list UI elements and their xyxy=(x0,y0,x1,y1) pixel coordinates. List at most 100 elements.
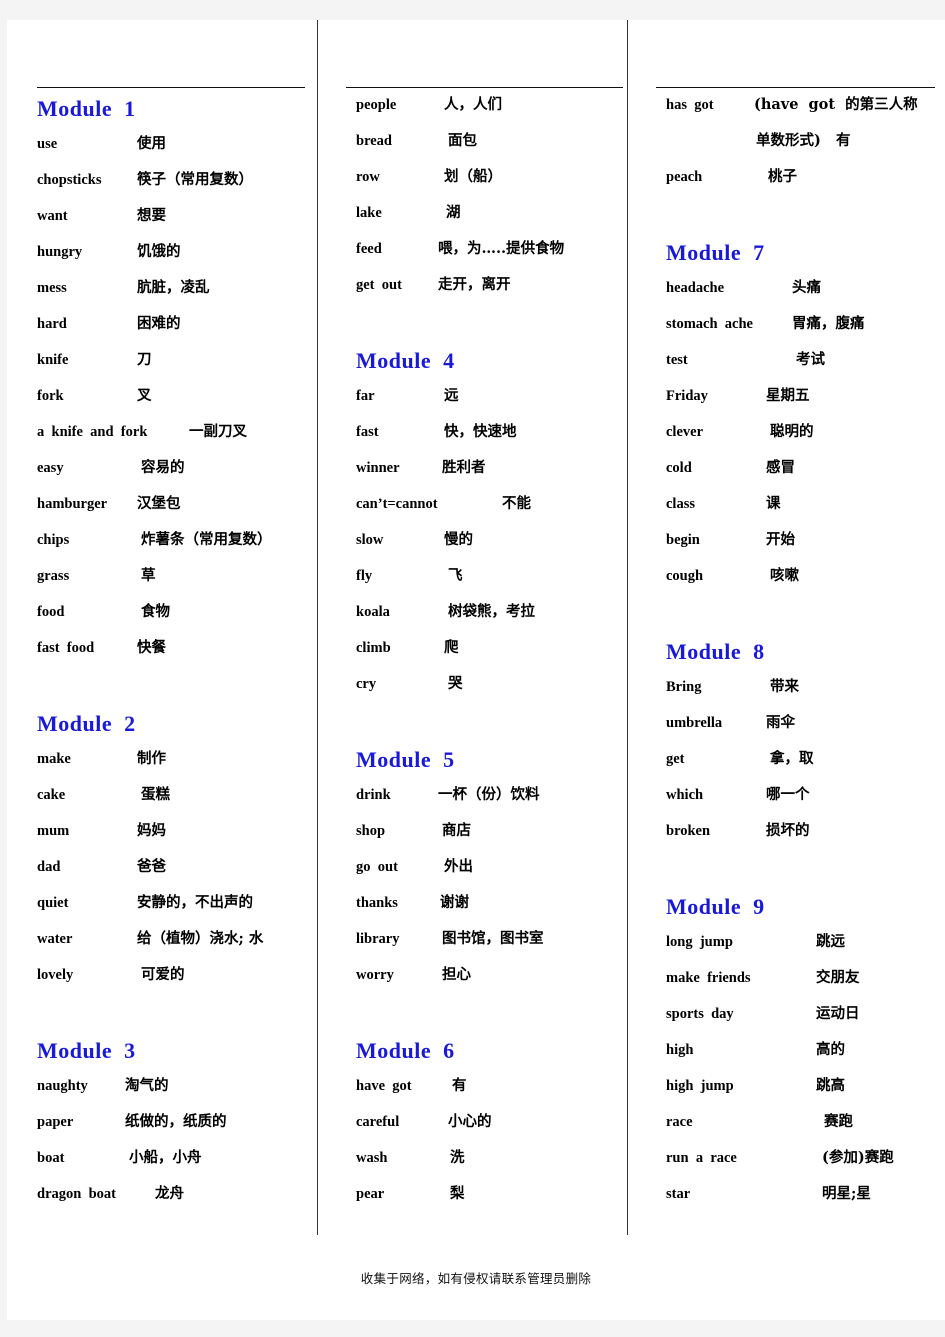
entry-definition: 胜利者 xyxy=(442,459,486,476)
entry-term: koala xyxy=(356,604,390,620)
entry-definition: 饥饿的 xyxy=(137,243,181,260)
word-entry: food 食物 xyxy=(37,603,309,620)
entry-definition: 明星;星 xyxy=(822,1185,871,1202)
entry-definition: 损坏的 xyxy=(766,822,810,839)
entry-term: high xyxy=(666,1042,694,1058)
entry-term: careful xyxy=(356,1114,400,1130)
entry-term: slow xyxy=(356,532,384,548)
module-spacer xyxy=(666,860,937,896)
entry-term: can’t=cannot xyxy=(356,496,438,512)
word-entry: stomach ache 胃痛，腹痛 xyxy=(666,316,937,332)
entry-definition: 梨 xyxy=(450,1185,465,1202)
entry-term: grass xyxy=(37,568,70,584)
word-entry: a knife and fork 一副刀叉 xyxy=(37,424,309,440)
entry-definition: 开始 xyxy=(766,531,795,548)
entry-term: naughty xyxy=(37,1078,88,1094)
entry-term: get out xyxy=(356,277,402,293)
entry-term: go out xyxy=(356,859,398,875)
word-entry: naughty 淘气的 xyxy=(37,1077,309,1094)
word-list-columns: Module 1 use 使用 chopsticks 筷子（常用复数） want 想要 hun… xyxy=(7,20,945,1235)
entry-definition: 食物 xyxy=(141,603,170,620)
entry-definition: 考试 xyxy=(796,351,825,368)
word-entry: which 哪一个 xyxy=(666,787,937,803)
entry-definition: 筷子（常用复数） xyxy=(137,171,253,188)
word-entry: water 给（植物）浇水; 水 xyxy=(37,930,309,947)
module-heading: Module 1 xyxy=(37,96,136,121)
entry-definition: 湖 xyxy=(446,204,461,221)
entry-definition: 安静的，不出声的 xyxy=(137,894,253,911)
entry-definition: 单数形式) 有 xyxy=(756,132,851,149)
module-spacer xyxy=(666,605,937,641)
entry-definition: 跳远 xyxy=(816,933,845,950)
entry-definition: 淘气的 xyxy=(125,1077,169,1094)
entry-term: long jump xyxy=(666,934,733,950)
word-entry: worry 担心 xyxy=(356,967,619,983)
word-entry: headache 头痛 xyxy=(666,280,937,296)
entry-definition: 洗 xyxy=(450,1149,465,1166)
entry-definition: 树袋熊，考拉 xyxy=(448,603,535,620)
word-entry: fast food 快餐 xyxy=(37,640,309,656)
entry-term: Bring xyxy=(666,679,702,695)
entry-term: food xyxy=(37,604,65,620)
word-entry: mum 妈妈 xyxy=(37,823,309,839)
entry-definition: 一杯（份）饮料 xyxy=(438,786,540,803)
entry-term: headache xyxy=(666,280,724,296)
word-entry: grass 草 xyxy=(37,568,309,584)
entry-definition: 纸做的，纸质的 xyxy=(125,1113,227,1130)
entry-definition: 蛋糕 xyxy=(141,786,170,803)
entry-term: people xyxy=(356,97,397,113)
word-entry: boat 小船，小舟 xyxy=(37,1150,309,1166)
word-entry: people 人，人们 xyxy=(356,97,619,113)
entry-term: mess xyxy=(37,280,67,296)
entry-definition: 带来 xyxy=(770,678,799,695)
entry-definition: 交朋友 xyxy=(816,969,860,986)
entry-definition: 面包 xyxy=(448,132,477,149)
entry-definition: 桃子 xyxy=(768,168,797,185)
entry-definition: 雨伞 xyxy=(766,714,795,731)
entry-term: drink xyxy=(356,787,391,803)
entry-definition: 炸薯条（常用复数） xyxy=(141,531,272,548)
module-heading: Module 9 xyxy=(666,894,765,919)
word-entry: hamburger 汉堡包 xyxy=(37,496,309,512)
column-3: has got (have got 的第三人称 单数形式) 有 peach 桃子 Modu… xyxy=(627,20,945,1235)
entry-definition: 给（植物）浇水; 水 xyxy=(137,930,264,947)
entry-term: race xyxy=(666,1114,693,1130)
word-entry: class 课 xyxy=(666,495,937,512)
word-entry: climb 爬 xyxy=(356,640,619,656)
entry-term: boat xyxy=(37,1150,65,1166)
entry-term: hungry xyxy=(37,244,83,260)
column-1-content: Module 1 use 使用 chopsticks 筷子（常用复数） want 想要 hun… xyxy=(7,98,317,1223)
entry-definition: 谢谢 xyxy=(440,894,469,911)
word-entry: can’t=cannot 不能 xyxy=(356,495,619,512)
entry-term: knife xyxy=(37,352,69,368)
entry-definition: 课 xyxy=(766,495,781,512)
entry-definition: 走开，离开 xyxy=(438,276,511,293)
word-entry: fast 快，快速地 xyxy=(356,424,619,440)
entry-definition: 星期五 xyxy=(766,387,810,404)
word-entry: pear 梨 xyxy=(356,1185,619,1202)
word-entry: long jump 跳远 xyxy=(666,933,937,950)
module-heading: Module 8 xyxy=(666,639,765,664)
entry-term: get xyxy=(666,751,685,767)
entry-term: begin xyxy=(666,532,700,548)
entry-term: wash xyxy=(356,1150,388,1166)
entry-definition: 喂，为…..提供食物 xyxy=(438,240,565,257)
word-entry: careful 小心的 xyxy=(356,1114,619,1130)
entry-definition: 不能 xyxy=(502,495,531,512)
module-heading: Module 3 xyxy=(37,1038,136,1063)
entry-term: star xyxy=(666,1186,691,1202)
word-entry: drink 一杯（份）饮料 xyxy=(356,786,619,803)
entry-term: dragon boat xyxy=(37,1186,116,1202)
word-entry: dad 爸爸 xyxy=(37,859,309,875)
word-entry: Bring 带来 xyxy=(666,678,937,695)
entry-term: paper xyxy=(37,1114,74,1130)
entry-term: high jump xyxy=(666,1078,734,1094)
module-spacer xyxy=(356,314,619,350)
entry-definition: 运动日 xyxy=(816,1005,860,1022)
entry-term: clever xyxy=(666,424,704,440)
entry-definition: 聪明的 xyxy=(770,423,814,440)
entry-definition: 远 xyxy=(444,387,459,404)
entry-definition: 哭 xyxy=(448,675,463,692)
entry-term: dad xyxy=(37,859,61,875)
word-entry: chips 炸薯条（常用复数） xyxy=(37,531,309,548)
